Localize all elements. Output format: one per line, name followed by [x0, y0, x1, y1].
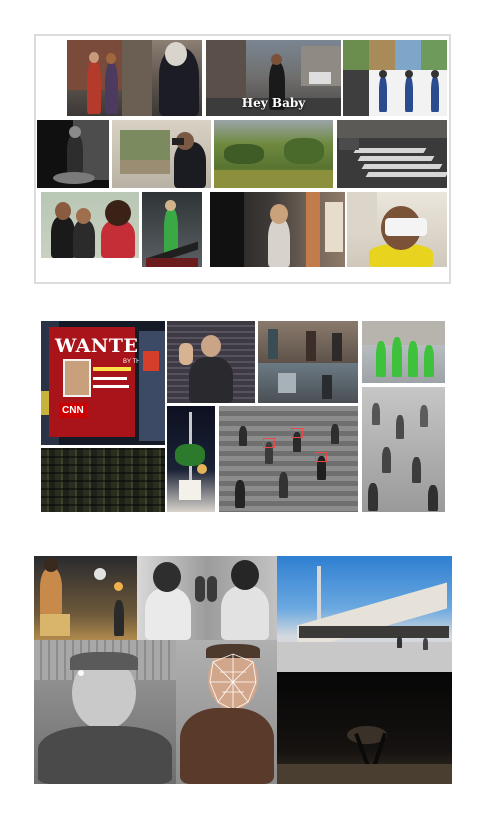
- face-mesh-overlay: [209, 653, 257, 711]
- face-detection-box: [315, 452, 327, 462]
- photo-street-woman-hey-baby: Hey Baby: [206, 40, 341, 116]
- photo-vr-motion-tracking-grid: [343, 40, 447, 116]
- photo-children-hand-clap: [137, 556, 277, 640]
- photo-wanted-billboard-cnn: WANTED BY THE FBI CNN: [41, 321, 165, 445]
- suspect-photo: [63, 359, 91, 397]
- photo-two-teenagers: [41, 192, 139, 258]
- photo-grass-field: [214, 120, 333, 188]
- photo-crowd-face-detection: [219, 406, 358, 512]
- photo-woman-hallway: [210, 192, 345, 267]
- image-caption: Hey Baby: [241, 96, 306, 110]
- photo-station-security-cameras: [258, 321, 358, 403]
- photo-crosswalk-intersection: [337, 120, 447, 188]
- photo-vr-treadmill-black: [37, 120, 109, 188]
- photo-vr-headset-man-road: [112, 120, 211, 188]
- photo-man-sign-language: [167, 321, 255, 403]
- photo-street-women-walking: [67, 40, 202, 116]
- face-detection-box: [291, 428, 303, 438]
- photo-man-green-lights: [167, 406, 215, 512]
- photo-night-street-bokeh: [34, 556, 137, 640]
- photo-crowd-motion-blur: [362, 387, 445, 512]
- photo-dark-shadows-corridor: [277, 672, 452, 784]
- photo-man-vr-headset-closeup: [347, 192, 447, 267]
- photo-zuckerberg-face-mesh: [176, 640, 277, 784]
- photo-pedestrians-green-highlight: [362, 321, 445, 383]
- photo-zuckerberg-face: [34, 640, 176, 784]
- cnn-logo: CNN: [59, 403, 87, 418]
- face-detection-box: [263, 438, 275, 448]
- photo-rotterdam-station: [277, 556, 452, 672]
- photo-woman-treadmill: [142, 192, 202, 267]
- photo-face-mosaic: [41, 448, 165, 512]
